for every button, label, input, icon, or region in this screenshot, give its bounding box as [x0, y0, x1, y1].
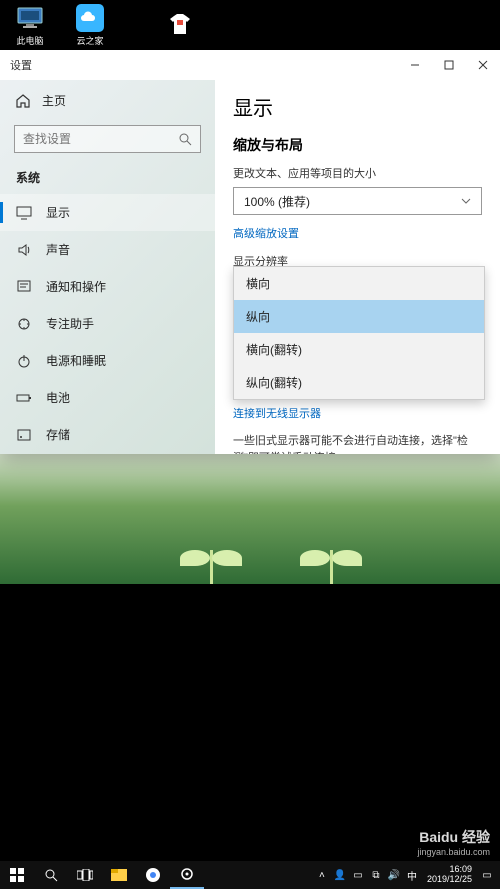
chevron-down-icon — [461, 198, 471, 204]
notifications-icon — [16, 279, 32, 295]
tshirt-icon[interactable] — [170, 14, 190, 36]
sidebar-item-tablet[interactable]: 平板模式 — [0, 453, 215, 454]
sidebar-item-storage[interactable]: 存储 — [0, 416, 215, 453]
sound-icon — [16, 242, 32, 258]
scale-label: 更改文本、应用等项目的大小 — [233, 165, 482, 181]
sidebar-item-label: 电源和睡眠 — [46, 352, 106, 369]
section-scale: 缩放与布局 — [233, 135, 482, 155]
minimize-button[interactable] — [398, 50, 432, 80]
taskbar-app-chrome[interactable] — [136, 861, 170, 889]
start-button[interactable] — [0, 861, 34, 889]
settings-window: 设置 主页 系统 显示声音通知和操作专注助手电源和睡眠电池存储平板模式多任务处理 — [0, 50, 500, 454]
tray-display-icon[interactable]: ▭ — [349, 861, 367, 889]
taskbar-app-settings[interactable] — [170, 861, 204, 889]
sidebar-item-label: 通知和操作 — [46, 278, 106, 295]
sidebar-item-label: 专注助手 — [46, 315, 94, 332]
sidebar-item-label: 存储 — [46, 426, 70, 443]
taskbar: ˄ 👤 ▭ ⧉ 🔊 中 16:09 2019/12/25 ▭ — [0, 861, 500, 889]
sidebar-item-label: 电池 — [46, 389, 70, 406]
wallpaper — [0, 454, 500, 584]
close-button[interactable] — [466, 50, 500, 80]
home-icon — [16, 94, 30, 108]
taskbar-clock[interactable]: 16:09 2019/12/25 — [421, 865, 478, 885]
search-icon — [178, 132, 192, 146]
watermark: Baidu 经验 jingyan.baidu.com — [417, 827, 490, 857]
content-pane: 显示 缩放与布局 更改文本、应用等项目的大小 100% (推荐) 高级缩放设置 … — [215, 80, 500, 454]
pc-icon — [16, 4, 44, 32]
home-link[interactable]: 主页 — [0, 86, 215, 115]
focus-icon — [16, 316, 32, 332]
advanced-scale-link[interactable]: 高级缩放设置 — [233, 225, 482, 241]
section-header: 系统 — [0, 165, 215, 194]
tray-volume-icon[interactable]: 🔊 — [385, 861, 403, 889]
sidebar-item-sound[interactable]: 声音 — [0, 231, 215, 268]
orientation-option[interactable]: 纵向(翻转) — [234, 366, 484, 399]
sidebar-item-battery[interactable]: 电池 — [0, 379, 215, 416]
orientation-option[interactable]: 横向(翻转) — [234, 333, 484, 366]
sidebar-item-notifications[interactable]: 通知和操作 — [0, 268, 215, 305]
tray-people-icon[interactable]: 👤 — [331, 861, 349, 889]
tray-network-icon[interactable]: ⧉ — [367, 861, 385, 889]
cloud-icon — [76, 4, 104, 32]
display-icon — [16, 205, 32, 221]
orientation-option[interactable]: 横向 — [234, 267, 484, 300]
connect-wireless-link[interactable]: 连接到无线显示器 — [233, 405, 482, 421]
sidebar-item-power[interactable]: 电源和睡眠 — [0, 342, 215, 379]
sidebar-item-display[interactable]: 显示 — [0, 194, 215, 231]
orientation-option[interactable]: 纵向 — [234, 300, 484, 333]
desktop-icon-cloud-home[interactable]: 云之家 — [70, 4, 110, 47]
storage-icon — [16, 427, 32, 443]
taskbar-app-explorer[interactable] — [102, 861, 136, 889]
sidebar-item-label: 声音 — [46, 241, 70, 258]
sidebar-item-focus[interactable]: 专注助手 — [0, 305, 215, 342]
search-input[interactable] — [14, 125, 201, 153]
maximize-button[interactable] — [432, 50, 466, 80]
scale-dropdown[interactable]: 100% (推荐) — [233, 187, 482, 215]
titlebar: 设置 — [0, 50, 500, 80]
tray-ime-icon[interactable]: 中 — [403, 861, 421, 889]
tray-notification-icon[interactable]: ▭ — [478, 861, 496, 889]
orientation-dropdown-open: 横向纵向横向(翻转)纵向(翻转) — [233, 266, 485, 400]
sidebar-item-label: 显示 — [46, 204, 70, 221]
sidebar: 主页 系统 显示声音通知和操作专注助手电源和睡眠电池存储平板模式多任务处理 — [0, 80, 215, 454]
window-title: 设置 — [10, 57, 398, 73]
battery-icon — [16, 390, 32, 406]
page-title: 显示 — [233, 92, 482, 121]
detect-note: 一些旧式显示器可能不会进行自动连接，选择"检测"即可尝试手动连接。 — [233, 433, 482, 454]
search-button[interactable] — [34, 861, 68, 889]
power-icon — [16, 353, 32, 369]
desktop-icon-this-pc[interactable]: 此电脑 — [10, 4, 50, 47]
task-view-button[interactable] — [68, 861, 102, 889]
tray-up-icon[interactable]: ˄ — [313, 861, 331, 889]
